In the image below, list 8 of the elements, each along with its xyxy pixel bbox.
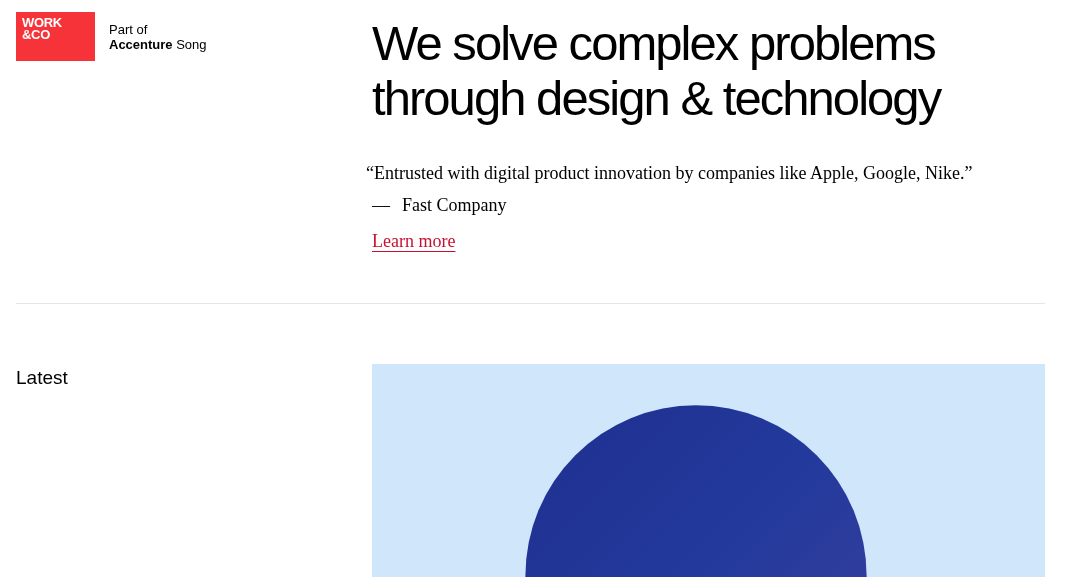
section-heading: Latest	[16, 366, 69, 390]
logo[interactable]: WORK &CO	[16, 12, 95, 61]
affiliation-text: Part of Accenture Song	[109, 21, 207, 52]
quote-text: “Entrusted with digital product innovation by companies like Apple, Google, Nike.”	[366, 162, 973, 185]
learn-more-link[interactable]: Learn more	[372, 229, 456, 253]
em-dash: —	[372, 194, 390, 217]
quote-source: Fast Company	[402, 194, 507, 217]
headline: We solve complex problems through design & technology	[372, 16, 942, 126]
